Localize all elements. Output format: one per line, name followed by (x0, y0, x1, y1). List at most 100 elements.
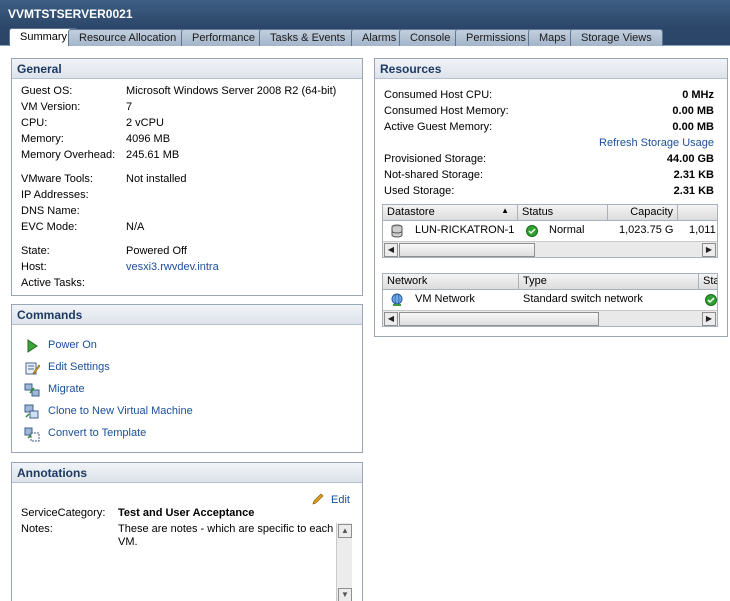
memory-value: 4096 MB (126, 133, 171, 145)
vm-version-value: 7 (126, 101, 133, 113)
free-column-header[interactable] (678, 205, 717, 221)
migrate-icon (24, 383, 40, 397)
memory-label: Memory: (21, 133, 64, 145)
datastore-column-header[interactable]: Datastore ▲ (383, 205, 518, 221)
network-status-column-header[interactable]: Sta (699, 274, 717, 290)
commands-header: Commands (12, 305, 362, 325)
network-type: Standard switch network (523, 293, 643, 305)
consumed-host-cpu-label: Consumed Host CPU: (384, 89, 493, 101)
used-storage-label: Used Storage: (384, 185, 455, 197)
network-grid-header: Network Type Sta (383, 274, 717, 290)
convert-template-label: Convert to Template (48, 427, 147, 439)
type-column-header[interactable]: Type (519, 274, 699, 290)
window-title: VVMTSTSERVER0021 (0, 0, 730, 28)
tab-resource-allocation[interactable]: Resource Allocation (68, 29, 188, 46)
refresh-storage-usage-link[interactable]: Refresh Storage Usage (599, 137, 714, 149)
active-tasks-label: Active Tasks: (21, 277, 85, 289)
scroll-up-icon[interactable]: ▲ (338, 524, 352, 538)
state-value: Powered Off (126, 245, 187, 257)
network-status-icon (705, 294, 717, 306)
notes-text: These are notes - which are specific to … (118, 523, 334, 548)
datastore-name: LUN-RICKATRON-1 (415, 224, 515, 236)
datastore-icon (391, 224, 403, 238)
annotations-header: Annotations (12, 463, 362, 483)
tab-permissions[interactable]: Permissions (455, 29, 537, 46)
network-grid: Network Type Sta VM Network Standard swi… (382, 273, 718, 327)
datastore-grid: Datastore ▲ Status Capacity LUN-RICKATRON… (382, 204, 718, 258)
datastore-scroll-thumb[interactable] (399, 243, 535, 257)
not-shared-storage-label: Not-shared Storage: (384, 169, 484, 181)
summary-content: General Guest OS: Microsoft Windows Serve… (0, 46, 730, 601)
not-shared-storage-value: 2.31 KB (673, 169, 714, 181)
scroll-down-icon[interactable]: ▼ (338, 588, 352, 601)
edit-settings-icon (25, 362, 40, 375)
network-row[interactable]: VM Network Standard switch network (383, 290, 717, 310)
host-link[interactable]: vesxi3.rwvdev.intra (126, 261, 219, 273)
active-guest-memory-label: Active Guest Memory: (384, 121, 493, 133)
general-panel: General Guest OS: Microsoft Windows Serve… (11, 58, 363, 296)
resources-panel: Resources Consumed Host CPU: 0 MHz Consum… (374, 58, 728, 337)
network-icon (391, 293, 403, 306)
evc-mode-label: EVC Mode: (21, 221, 78, 233)
guest-os-value: Microsoft Windows Server 2008 R2 (64-bit… (126, 85, 337, 97)
consumed-host-cpu-value: 0 MHz (682, 89, 714, 101)
datastore-status: Normal (549, 224, 585, 236)
play-icon (27, 339, 38, 353)
used-storage-value: 2.31 KB (673, 185, 714, 197)
service-category-value: Test and User Acceptance (118, 507, 255, 519)
vmware-tools-value: Not installed (126, 173, 187, 185)
host-label: Host: (21, 261, 47, 273)
edit-settings-label: Edit Settings (48, 361, 110, 373)
status-column-header[interactable]: Status (518, 205, 608, 221)
tab-console[interactable]: Console (399, 29, 462, 46)
datastore-capacity: 1,023.75 G (619, 224, 674, 236)
edit-annotations-label: Edit (331, 494, 350, 506)
power-on-label: Power On (48, 339, 97, 351)
network-column-header[interactable]: Network (383, 274, 519, 290)
status-normal-icon (526, 225, 538, 237)
tab-performance[interactable]: Performance (181, 29, 266, 46)
notes-label: Notes: (21, 523, 53, 535)
scroll-right-icon[interactable]: ▶ (702, 312, 716, 326)
state-label: State: (21, 245, 50, 257)
active-guest-memory-value: 0.00 MB (672, 121, 714, 133)
convert-template-icon (24, 427, 40, 442)
vm-version-label: VM Version: (21, 101, 81, 113)
evc-mode-value: N/A (126, 221, 145, 233)
ip-addresses-label: IP Addresses: (21, 189, 89, 201)
datastore-horizontal-scrollbar[interactable]: ◀ ▶ (383, 241, 717, 257)
resources-header: Resources (375, 59, 727, 79)
clone-icon (24, 404, 39, 419)
dns-name-label: DNS Name: (21, 205, 80, 217)
guest-os-label: Guest OS: (21, 85, 73, 97)
tab-bar: Summary Resource Allocation Performance … (0, 28, 730, 47)
tab-storage-views[interactable]: Storage Views (570, 29, 663, 46)
datastore-row[interactable]: LUN-RICKATRON-1 Normal 1,023.75 G 1,011 (383, 221, 717, 241)
capacity-column-header[interactable]: Capacity (608, 205, 678, 221)
scroll-right-icon[interactable]: ▶ (702, 243, 716, 257)
vmware-tools-label: VMware Tools: (21, 173, 93, 185)
clone-label: Clone to New Virtual Machine (48, 405, 193, 417)
memory-overhead-value: 245.61 MB (126, 149, 180, 161)
migrate-label: Migrate (48, 383, 85, 395)
edit-annotations-button[interactable]: Edit (312, 491, 350, 506)
provisioned-storage-label: Provisioned Storage: (384, 153, 487, 165)
memory-overhead-label: Memory Overhead: (21, 149, 116, 161)
annotations-panel: Annotations Edit ServiceCategory: Test an… (11, 462, 363, 601)
datastore-free: 1,011 (689, 224, 716, 236)
provisioned-storage-value: 44.00 GB (666, 153, 714, 165)
tab-tasks-events[interactable]: Tasks & Events (259, 29, 357, 46)
commands-panel: Commands Power On Edit Settings Migrate … (11, 304, 363, 453)
scroll-left-icon[interactable]: ◀ (384, 312, 398, 326)
consumed-host-memory-value: 0.00 MB (672, 105, 714, 117)
service-category-label: ServiceCategory: (21, 507, 106, 519)
pencil-icon (312, 493, 324, 505)
scroll-left-icon[interactable]: ◀ (384, 243, 398, 257)
network-scroll-thumb[interactable] (399, 312, 599, 326)
notes-vertical-scrollbar[interactable]: ▲ ▼ (336, 523, 352, 601)
cpu-label: CPU: (21, 117, 48, 129)
sort-asc-icon: ▲ (501, 206, 509, 215)
network-horizontal-scrollbar[interactable]: ◀ ▶ (383, 310, 717, 326)
cpu-value: 2 vCPU (126, 117, 164, 129)
consumed-host-memory-label: Consumed Host Memory: (384, 105, 509, 117)
